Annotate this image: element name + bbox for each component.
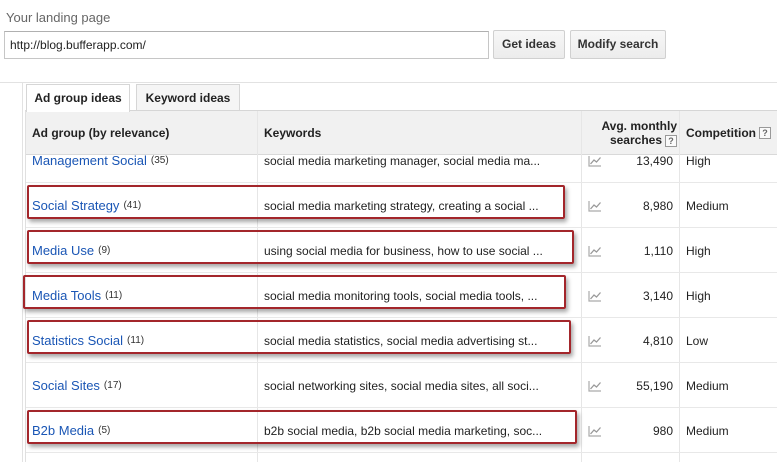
landing-page-url-input[interactable] (4, 31, 489, 59)
trend-chart-icon[interactable] (586, 138, 604, 183)
trend-chart-icon[interactable] (586, 318, 604, 363)
avg-monthly-searches: 8,980 (642, 198, 673, 213)
ad-group-count: (35) (150, 155, 169, 166)
trend-chart-icon[interactable] (586, 273, 604, 318)
avg-monthly-searches: 980 (652, 423, 673, 438)
keywords-cell: social media marketing strategy, creatin… (264, 198, 539, 213)
top-divider (0, 82, 777, 83)
keywords-cell: b2b social media, b2b social media marke… (264, 423, 543, 438)
competition-value: High (686, 243, 711, 258)
table-row: Statistics Social (11) social media statis… (26, 318, 777, 363)
avg-monthly-searches: 55,190 (636, 378, 673, 393)
competition-value: High (686, 288, 711, 303)
ad-group-count: (9) (98, 245, 111, 256)
ad-group-count: (17) (103, 380, 122, 391)
keywords-cell: social media statistics, social media ad… (264, 333, 538, 348)
table-row: Social Sites (17) social networking sites,… (26, 363, 777, 408)
competition-value: High (686, 153, 711, 168)
trend-chart-icon[interactable] (586, 183, 604, 228)
trend-chart-icon[interactable] (586, 363, 604, 408)
modify-search-button[interactable]: Modify search (570, 30, 666, 59)
ad-group-link[interactable]: Management Social (32, 153, 147, 168)
trend-chart-icon[interactable] (586, 228, 604, 273)
ad-group-cell: Management Social (35) (32, 138, 257, 183)
ad-group-link[interactable]: Media Tools (32, 288, 101, 303)
avg-monthly-searches: 3,140 (642, 288, 673, 303)
ad-group-count: (11) (127, 335, 145, 346)
keywords-cell: social media marketing manager, social m… (264, 153, 541, 168)
ad-group-count: (5) (98, 425, 111, 436)
left-divider (22, 83, 23, 462)
table-row: Media Tools (11) social media monitoring t… (26, 273, 777, 318)
ad-group-link[interactable]: Social Sites (32, 378, 100, 393)
ad-group-link[interactable]: Media Use (32, 243, 94, 258)
ad-group-count: (41) (123, 200, 142, 211)
table-row: Management Social (35) social media market… (26, 138, 777, 183)
avg-monthly-searches: 4,810 (642, 333, 673, 348)
tab-keyword-ideas[interactable]: Keyword ideas (136, 84, 240, 111)
ad-group-cell: Media Tools (11) (32, 273, 257, 318)
avg-monthly-searches: 13,490 (636, 153, 673, 168)
ad-group-cell: Social Sites (17) (32, 363, 257, 408)
ad-group-cell: Statistics Social (11) (32, 318, 257, 363)
ad-group-table: Ad group (by relevance) Keywords Avg. mo… (25, 110, 777, 462)
keywords-cell: using social media for business, how to … (264, 243, 543, 258)
trend-chart-icon[interactable] (586, 408, 604, 453)
avg-monthly-searches: 1,110 (643, 243, 673, 258)
ad-group-count: (11) (105, 290, 123, 301)
competition-value: Medium (686, 198, 729, 213)
table-row: Social Strategy (41) social media marketin… (26, 183, 777, 228)
header-avg-line1: Avg. monthly (601, 119, 677, 133)
competition-value: Medium (686, 423, 729, 438)
ad-group-link[interactable]: Statistics Social (32, 333, 123, 348)
keywords-cell: social media monitoring tools, social me… (264, 288, 538, 303)
ad-group-cell: Social Strategy (41) (32, 183, 257, 228)
keywords-cell: social networking sites, social media si… (264, 378, 539, 393)
landing-page-label: Your landing page (6, 10, 111, 25)
ad-group-cell: B2b Media (5) (32, 408, 257, 453)
ad-group-link[interactable]: B2b Media (32, 423, 94, 438)
ad-group-link[interactable]: Social Strategy (32, 198, 119, 213)
table-row: B2b Media (5) b2b social media, b2b social… (26, 408, 777, 453)
competition-value: Medium (686, 378, 729, 393)
competition-value: Low (686, 333, 709, 348)
ad-group-cell: Media Use (9) (32, 228, 257, 273)
table-row: Media Use (9) using social media for busin… (26, 228, 777, 273)
get-ideas-button[interactable]: Get ideas (493, 30, 565, 59)
tab-ad-group-ideas[interactable]: Ad group ideas (26, 84, 130, 112)
